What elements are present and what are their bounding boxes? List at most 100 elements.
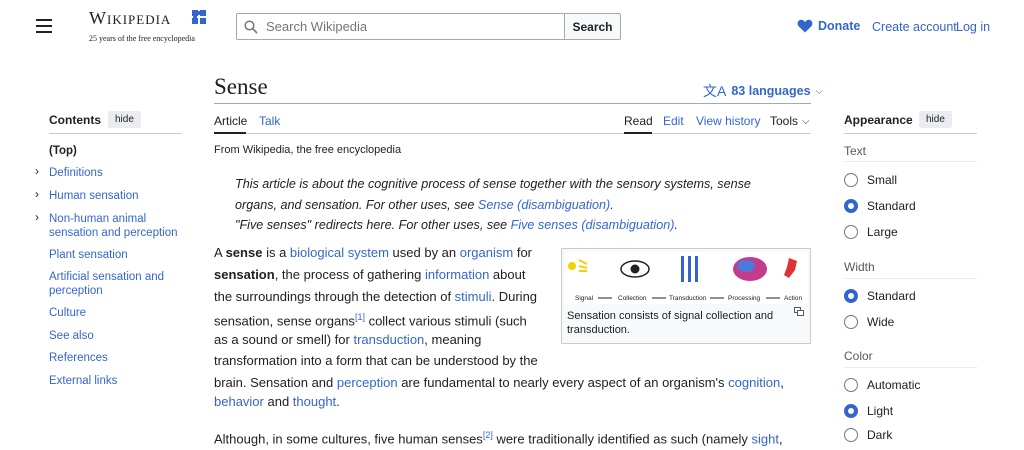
puzzle-globe-icon xyxy=(192,10,206,24)
muscle-icon xyxy=(784,258,797,278)
figure-label-collection: Collection xyxy=(618,295,647,302)
radio-text-standard[interactable]: Standard xyxy=(844,199,916,213)
cognition-link[interactable]: cognition xyxy=(728,375,780,390)
tab-edit[interactable]: Edit xyxy=(663,114,684,128)
figure-label-transduction: Transduction xyxy=(669,295,707,302)
main-menu-button[interactable] xyxy=(36,19,52,33)
log-in-link[interactable]: Log in xyxy=(956,20,990,34)
search-box[interactable] xyxy=(236,13,565,40)
radio-width-wide[interactable]: Wide xyxy=(844,315,894,329)
appearance-hide-button[interactable]: hide xyxy=(919,111,952,128)
hamburger-icon xyxy=(36,19,52,21)
behavior-link[interactable]: behavior xyxy=(214,394,264,409)
search-input[interactable] xyxy=(264,15,559,38)
toc-item-top[interactable]: (Top) xyxy=(49,144,189,158)
tab-view-history[interactable]: View history xyxy=(696,114,760,128)
radio-button[interactable] xyxy=(844,428,858,442)
paragraph-line: transformation into a form that can be u… xyxy=(214,353,538,368)
radio-width-standard[interactable]: Standard xyxy=(844,289,916,303)
thought-link[interactable]: thought xyxy=(293,394,336,409)
paragraph-line: behavior and thought. xyxy=(214,394,340,409)
sensation-diagram-image[interactable]: Signal Collection Transduction Processin… xyxy=(565,252,808,304)
radio-color-dark[interactable]: Dark xyxy=(844,428,892,442)
hatnote-five-senses: "Five senses" redirects here. For other … xyxy=(235,218,678,232)
organism-link[interactable]: organism xyxy=(460,245,513,260)
tab-article[interactable]: Article xyxy=(214,114,247,128)
radio-button[interactable] xyxy=(844,173,858,187)
radio-button[interactable] xyxy=(844,225,858,239)
toc-item-external-links[interactable]: External links xyxy=(49,374,189,388)
heart-icon xyxy=(797,19,813,33)
tab-talk[interactable]: Talk xyxy=(259,114,280,128)
figure-caption: Sensation consists of signal collection … xyxy=(567,310,774,336)
radio-button[interactable] xyxy=(844,378,858,392)
toc-item-plant-sensation[interactable]: Plant sensation xyxy=(49,248,189,262)
sense-disambiguation-link[interactable]: Sense (disambiguation) xyxy=(478,198,610,212)
translate-icon: 文A xyxy=(703,83,727,99)
languages-label: 83 languages xyxy=(731,84,811,98)
reference-1-link[interactable]: [1] xyxy=(355,312,365,322)
paragraph-line: sensation, sense organs[1] collect vario… xyxy=(214,312,527,329)
tools-menu[interactable]: Tools ⌵ xyxy=(770,114,810,128)
radio-button-selected[interactable] xyxy=(844,404,858,418)
information-link[interactable]: information xyxy=(425,267,489,282)
toc-item-human-sensation[interactable]: Human sensation xyxy=(49,189,189,203)
sensation-figure: Signal Collection Transduction Processin… xyxy=(561,248,811,344)
tools-label: Tools xyxy=(770,114,799,128)
chevron-right-icon[interactable]: › xyxy=(35,164,39,178)
language-button[interactable]: 文A 83 languages ⌵ xyxy=(703,81,823,101)
toc-divider xyxy=(49,133,182,134)
toc-item-see-also[interactable]: See also xyxy=(49,329,189,343)
paragraph-line: Although, in some cultures, five human s… xyxy=(214,430,783,447)
figure-label-signal: Signal xyxy=(575,295,594,302)
toc-item-references[interactable]: References xyxy=(49,351,189,365)
sight-link[interactable]: sight xyxy=(752,431,779,446)
toc-item-definitions[interactable]: Definitions xyxy=(49,166,189,180)
perception-link[interactable]: perception xyxy=(337,375,398,390)
reference-2-link[interactable]: [2] xyxy=(483,430,493,440)
biological-system-link[interactable]: biological system xyxy=(290,245,389,260)
logo-wordmark: Wikipedia xyxy=(89,8,172,28)
chevron-down-icon: ⌵ xyxy=(815,85,824,97)
sun-icon xyxy=(568,262,576,270)
enlarge-icon[interactable] xyxy=(794,307,804,316)
create-account-link[interactable]: Create account xyxy=(872,20,957,34)
figure-label-processing: Processing xyxy=(728,295,761,302)
radio-text-large[interactable]: Large xyxy=(844,225,898,239)
color-label: Color xyxy=(844,349,873,363)
chevron-down-icon: ⌵ xyxy=(802,115,810,127)
width-label: Width xyxy=(844,260,875,274)
appearance-title: Appearance xyxy=(844,113,913,127)
chevron-right-icon[interactable]: › xyxy=(35,210,39,224)
search-button[interactable]: Search xyxy=(564,13,621,40)
paragraph-line: the surroundings through the detection o… xyxy=(214,289,538,304)
toc-item-artificial[interactable]: Artificial sensation and perception xyxy=(49,270,174,298)
tabs-divider xyxy=(214,133,811,134)
toc-item-culture[interactable]: Culture xyxy=(49,306,189,320)
page-title: Sense xyxy=(214,74,268,99)
search-icon xyxy=(244,20,258,34)
title-divider xyxy=(214,103,811,104)
toc-item-non-human[interactable]: Non-human animal sensation and perceptio… xyxy=(49,212,184,240)
wikipedia-logo[interactable]: Wikipedia 25 years of the free encyclope… xyxy=(89,8,229,48)
paragraph-line: sensation, the process of gathering info… xyxy=(214,267,526,282)
radio-button[interactable] xyxy=(844,315,858,329)
toc-title: Contents xyxy=(49,113,101,127)
radio-button-selected[interactable] xyxy=(844,289,858,303)
paragraph-line: A sense is a biological system used by a… xyxy=(214,245,533,260)
five-senses-disambiguation-link[interactable]: Five senses (disambiguation) xyxy=(511,218,675,232)
paragraph-line: as a sound or smell) for transduction, m… xyxy=(214,332,482,347)
figure-label-action: Action xyxy=(784,295,802,302)
stimuli-link[interactable]: stimuli xyxy=(455,289,492,304)
radio-color-automatic[interactable]: Automatic xyxy=(844,378,920,392)
radio-text-small[interactable]: Small xyxy=(844,173,897,187)
transduction-link[interactable]: transduction xyxy=(353,332,424,347)
toc-hide-button[interactable]: hide xyxy=(108,111,141,128)
text-size-label: Text xyxy=(844,144,867,158)
chevron-right-icon[interactable]: › xyxy=(35,187,39,201)
radio-color-light[interactable]: Light xyxy=(844,404,893,418)
radio-button-selected[interactable] xyxy=(844,199,858,213)
appearance-divider xyxy=(844,133,977,134)
tab-read[interactable]: Read xyxy=(624,114,653,128)
donate-link[interactable]: Donate xyxy=(797,19,860,33)
